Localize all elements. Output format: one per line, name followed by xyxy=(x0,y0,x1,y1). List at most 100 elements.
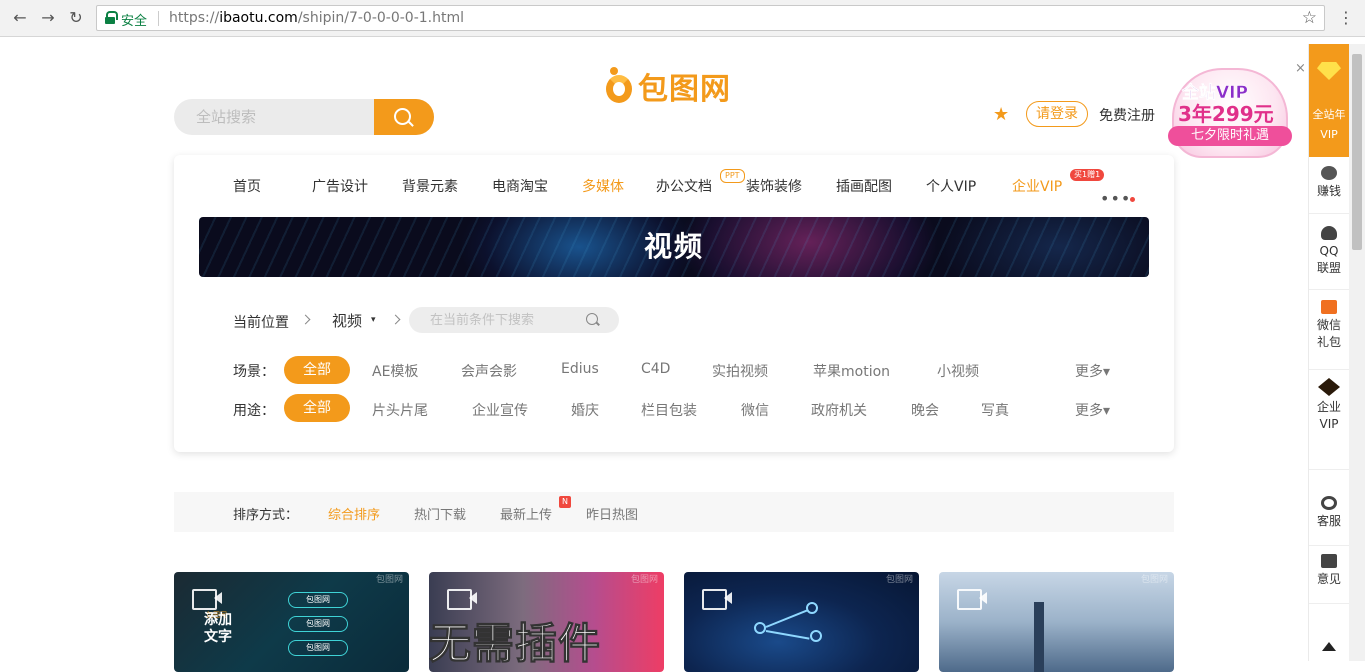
scene-option[interactable]: AE模板 xyxy=(372,361,418,381)
scrollbar-thumb[interactable] xyxy=(1352,54,1362,250)
video-icon xyxy=(957,586,987,610)
register-link[interactable]: 免费注册 xyxy=(1099,105,1155,125)
watermark: 包图网 xyxy=(375,575,403,585)
usage-option[interactable]: 微信 xyxy=(741,400,769,420)
usage-filter-label: 用途： xyxy=(233,403,275,419)
network-node xyxy=(754,622,766,634)
logo-text: 包图网 xyxy=(638,72,731,107)
scene-option[interactable]: Edius xyxy=(561,361,599,377)
sidebar-item-earn[interactable]: 赚钱 xyxy=(1309,166,1349,214)
search-icon[interactable] xyxy=(586,313,598,325)
sort-option-newest[interactable]: 最新上传 xyxy=(500,504,552,523)
sort-option-hot[interactable]: 热门下载 xyxy=(414,504,466,523)
video-thumbnail[interactable]: 包图网 无需插件 xyxy=(429,572,664,672)
vip-promo-badge[interactable]: 全站VIP 3年299元 七夕限时礼遇 xyxy=(1164,66,1296,164)
favorites-star-icon[interactable]: ★ xyxy=(993,104,1009,125)
scene-option[interactable]: 小视频 xyxy=(937,361,979,381)
site-logo[interactable]: 包图网 xyxy=(604,66,731,107)
usage-more-button[interactable]: 更多▾ xyxy=(1075,400,1110,420)
thumb-tag: 包图网 xyxy=(288,592,348,608)
chevron-right-icon xyxy=(390,314,401,325)
nav-item-illustration[interactable]: 插画配图 xyxy=(836,176,892,196)
video-thumbnail[interactable]: 包图网 xyxy=(939,572,1174,672)
usage-option[interactable]: 晚会 xyxy=(911,400,939,420)
sidebar-item-label: QQ联盟 xyxy=(1317,244,1342,275)
video-icon xyxy=(192,586,222,610)
buy-one-get-one-badge: 买1赠1 xyxy=(1070,169,1105,181)
video-thumbnail[interactable]: 包图网 包图网 添加文字 包图网 包图网 包图网 xyxy=(174,572,409,672)
breadcrumb-label: 当前位置 xyxy=(233,315,289,331)
sort-label: 排序方式： xyxy=(233,508,299,523)
service-icon xyxy=(1321,496,1337,510)
sort-option-yesterday[interactable]: 昨日热图 xyxy=(586,504,638,523)
address-bar[interactable]: 安全 https://ibaotu.com/shipin/7-0-0-0-0-1… xyxy=(96,5,1325,31)
page-scrollbar[interactable] xyxy=(1349,44,1365,661)
network-edge xyxy=(765,630,810,640)
watermark: 包图网 xyxy=(1140,575,1168,585)
filter-search-input[interactable] xyxy=(409,307,579,333)
sidebar-vip-label: 全站年VIP xyxy=(1312,108,1346,141)
sidebar-item-label: 微信礼包 xyxy=(1316,318,1341,349)
bookmark-star-icon[interactable]: ☆ xyxy=(1302,8,1317,28)
search-button[interactable] xyxy=(374,99,434,135)
lock-icon xyxy=(105,11,118,24)
chevron-down-icon[interactable]: ▾ xyxy=(371,315,376,325)
nav-item-decoration[interactable]: 装饰装修 xyxy=(746,176,802,196)
sidebar-item-feedback[interactable]: 意见 xyxy=(1309,554,1349,604)
filter-search xyxy=(409,307,619,333)
back-to-top-button[interactable] xyxy=(1309,642,1349,661)
back-icon[interactable]: ← xyxy=(10,8,30,28)
scene-more-button[interactable]: 更多▾ xyxy=(1075,361,1110,381)
scene-option[interactable]: 苹果motion xyxy=(813,361,890,381)
sidebar-item-service[interactable]: 客服 xyxy=(1309,496,1349,546)
scene-option[interactable]: 会声会影 xyxy=(461,361,517,381)
scene-option[interactable]: 实拍视频 xyxy=(712,361,768,381)
network-node xyxy=(810,630,822,642)
scene-option[interactable]: C4D xyxy=(641,361,670,377)
enterprise-icon xyxy=(1318,378,1340,396)
forward-icon[interactable]: → xyxy=(38,8,58,28)
usage-option[interactable]: 婚庆 xyxy=(571,400,599,420)
reload-icon[interactable]: ↻ xyxy=(66,8,86,28)
browser-menu-icon[interactable]: ⋮ xyxy=(1336,8,1356,28)
global-search xyxy=(174,99,434,135)
nav-item-office[interactable]: 办公文档 xyxy=(656,176,712,196)
sidebar-item-qq[interactable]: QQ联盟 xyxy=(1309,226,1349,290)
usage-option[interactable]: 写真 xyxy=(981,400,1009,420)
global-search-input[interactable] xyxy=(174,99,374,135)
sidebar-item-wechat-gift[interactable]: 微信礼包 xyxy=(1309,300,1349,370)
sidebar-vip-button[interactable]: 全站年VIP xyxy=(1309,44,1349,157)
login-button[interactable]: 请登录 xyxy=(1026,101,1088,127)
nav-item-personal-vip[interactable]: 个人VIP xyxy=(926,176,976,196)
usage-option[interactable]: 片头片尾 xyxy=(372,400,428,420)
promo-close-icon[interactable]: × xyxy=(1295,61,1306,76)
edit-icon xyxy=(1321,554,1337,568)
nav-item-ecommerce[interactable]: 电商淘宝 xyxy=(492,176,548,196)
breadcrumb-current[interactable]: 视频 xyxy=(332,310,362,331)
nav-item-multimedia[interactable]: 多媒体 xyxy=(582,176,624,196)
money-icon xyxy=(1321,166,1337,180)
nav-item-ad-design[interactable]: 广告设计 xyxy=(312,176,368,196)
sidebar-item-label: 企业VIP xyxy=(1316,400,1341,431)
search-icon xyxy=(394,108,411,125)
sidebar-item-enterprise-vip[interactable]: 企业VIP xyxy=(1309,378,1349,470)
network-node xyxy=(806,602,818,614)
video-thumbnail[interactable]: 包图网 xyxy=(684,572,919,672)
nav-item-background[interactable]: 背景元素 xyxy=(402,176,458,196)
skyscraper xyxy=(1034,602,1044,672)
usage-option[interactable]: 企业宣传 xyxy=(472,400,528,420)
banner-title: 视频 xyxy=(643,230,704,263)
url-domain: ibaotu.com xyxy=(219,10,298,26)
usage-all-pill[interactable]: 全部 xyxy=(284,394,350,422)
scene-all-pill[interactable]: 全部 xyxy=(284,356,350,384)
usage-option[interactable]: 栏目包装 xyxy=(641,400,697,420)
new-badge: N xyxy=(559,496,571,508)
usage-option[interactable]: 政府机关 xyxy=(811,400,867,420)
url-text[interactable]: https://ibaotu.com/shipin/7-0-0-0-0-1.ht… xyxy=(169,10,464,26)
nav-more-icon[interactable]: ••• xyxy=(1100,191,1131,207)
url-path: /shipin/7-0-0-0-0-1.html xyxy=(297,10,465,26)
sort-option-comprehensive[interactable]: 综合排序 xyxy=(328,504,380,523)
nav-item-home[interactable]: 首页 xyxy=(233,176,261,196)
nav-item-enterprise-vip[interactable]: 企业VIP xyxy=(1012,176,1062,196)
promo-line3: 七夕限时礼遇 xyxy=(1168,126,1292,146)
